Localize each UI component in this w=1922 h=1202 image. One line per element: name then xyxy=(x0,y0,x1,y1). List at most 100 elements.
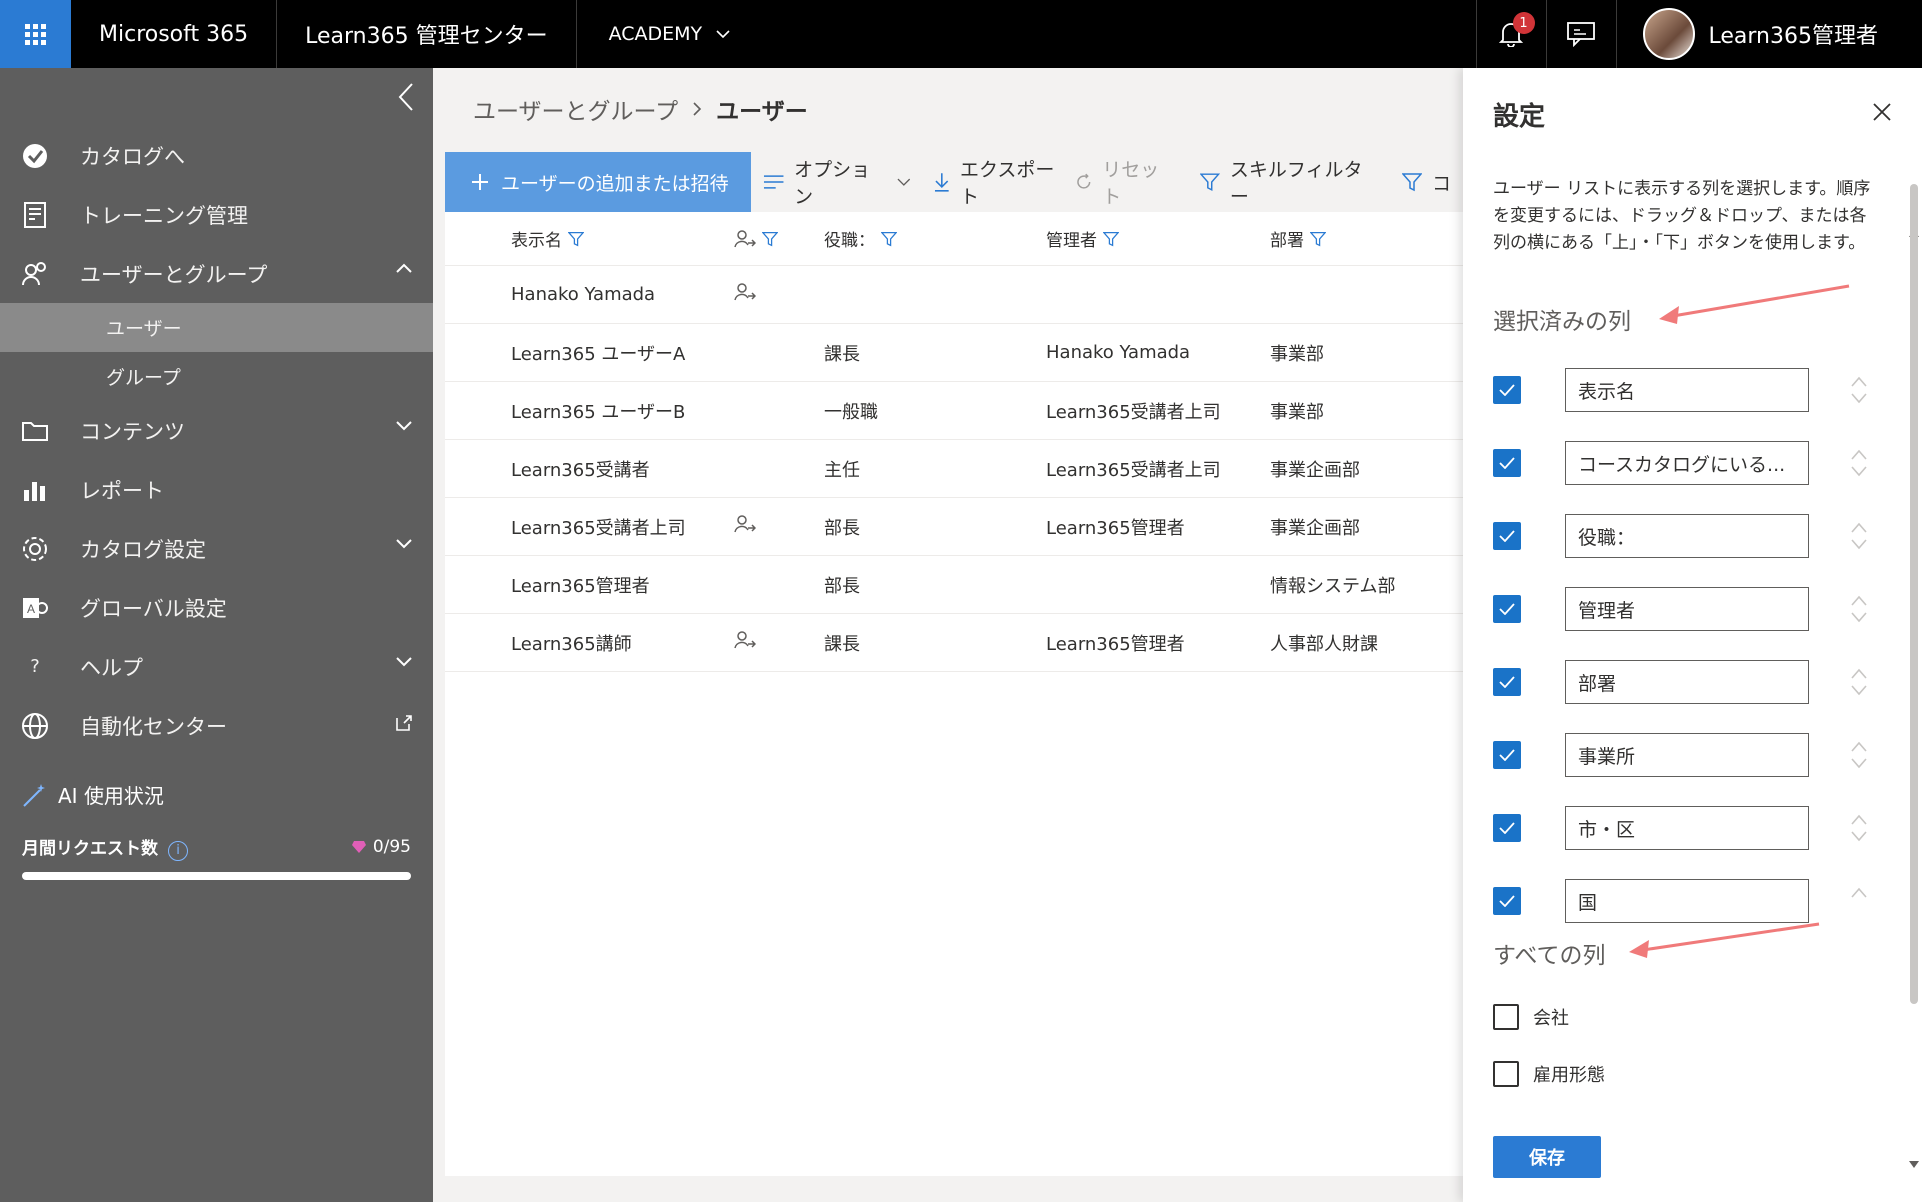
column-header-manager[interactable]: 管理者 xyxy=(1046,226,1270,251)
reorder-arrows-icon[interactable] xyxy=(1849,447,1869,479)
column-checkbox[interactable] xyxy=(1493,449,1521,477)
table-row[interactable]: Learn365管理者 部長 情報システム部 xyxy=(445,556,1463,614)
cell-manager: Learn365管理者 xyxy=(1046,517,1185,539)
all-column-row[interactable]: 雇用形態 xyxy=(1493,1059,1605,1089)
reorder-arrows-icon[interactable] xyxy=(1849,520,1869,552)
brand-link[interactable]: Microsoft 365 xyxy=(71,0,278,68)
org-switcher[interactable]: ACADEMY xyxy=(577,0,763,68)
column-name-field[interactable]: 役職： xyxy=(1565,514,1809,558)
column-checkbox[interactable] xyxy=(1493,1004,1519,1030)
column-checkbox[interactable] xyxy=(1493,522,1521,550)
reorder-arrows-icon[interactable] xyxy=(1849,885,1869,917)
sidebar-item-training[interactable]: トレーニング管理 xyxy=(0,185,433,244)
reorder-arrows-icon[interactable] xyxy=(1849,374,1869,406)
sidebar-item-groups[interactable]: グループ xyxy=(0,352,433,401)
table-row[interactable]: Learn365 ユーザーB 一般職 Learn365受講者上司 事業部 xyxy=(445,382,1463,440)
column-name-field[interactable]: 表示名 xyxy=(1565,368,1809,412)
column-name-field[interactable]: 管理者 xyxy=(1565,587,1809,631)
column-header-role[interactable]: 役職： xyxy=(824,226,1046,251)
column-name-field[interactable]: 国 xyxy=(1565,879,1809,923)
sidebar-item-global-settings[interactable]: A グローバル設定 xyxy=(0,578,433,637)
selected-column-row[interactable]: 国 xyxy=(1493,879,1873,923)
sidebar-item-catalog[interactable]: カタログへ xyxy=(0,126,433,185)
reorder-arrows-icon[interactable] xyxy=(1849,812,1869,844)
info-icon[interactable]: i xyxy=(168,840,188,861)
app-launcher-button[interactable] xyxy=(0,0,71,68)
reset-button[interactable]: リセット xyxy=(1063,155,1189,209)
feedback-button[interactable] xyxy=(1545,0,1616,68)
all-column-row[interactable]: 会社 xyxy=(1493,1002,1569,1032)
sidebar-item-help[interactable]: ? ヘルプ xyxy=(0,637,433,696)
all-column-label: 雇用形態 xyxy=(1533,1065,1605,1086)
sidebar-item-users-groups[interactable]: ユーザーとグループ xyxy=(0,244,433,303)
table-row[interactable]: Learn365受講者 主任 Learn365受講者上司 事業企画部 xyxy=(445,440,1463,498)
table-row[interactable]: Learn365受講者上司 部長 Learn365管理者 事業企画部 xyxy=(445,498,1463,556)
chevron-down-icon xyxy=(396,421,412,431)
selected-column-row[interactable]: 事業所 xyxy=(1493,733,1873,777)
column-filter-button[interactable]: コ xyxy=(1390,169,1463,196)
column-name-field[interactable]: 市・区 xyxy=(1565,806,1809,850)
selected-column-row[interactable]: 役職： xyxy=(1493,514,1873,558)
table-row[interactable]: Learn365 ユーザーA 課長 Hanako Yamada 事業部 xyxy=(445,324,1463,382)
users-table-card: ユーザーの追加または招待 オプション エクスポート リセット スキルフィルター xyxy=(445,152,1463,1176)
column-checkbox[interactable] xyxy=(1493,1061,1519,1087)
column-checkbox[interactable] xyxy=(1493,595,1521,623)
skill-filter-button[interactable]: スキルフィルター xyxy=(1188,155,1390,209)
column-checkbox[interactable] xyxy=(1493,376,1521,404)
sidebar-item-automation[interactable]: 自動化センター xyxy=(0,696,433,755)
scrollbar-thumb[interactable] xyxy=(1910,184,1918,1004)
breadcrumb: ユーザーとグループ ユーザー xyxy=(473,92,808,126)
column-checkbox[interactable] xyxy=(1493,668,1521,696)
selected-columns-heading: 選択済みの列 xyxy=(1493,309,1631,335)
sidebar-item-contents[interactable]: コンテンツ xyxy=(0,401,433,460)
collapse-sidebar-button[interactable] xyxy=(397,82,415,120)
breadcrumb-parent[interactable]: ユーザーとグループ xyxy=(473,92,678,126)
add-user-button[interactable]: ユーザーの追加または招待 xyxy=(445,152,751,212)
export-label: エクスポート xyxy=(959,159,1055,208)
selected-column-row[interactable]: コースカタログにいる... xyxy=(1493,441,1873,485)
reorder-arrows-icon[interactable] xyxy=(1849,666,1869,698)
cell-department: 情報システム部 xyxy=(1270,575,1396,597)
ai-usage-label: AI 使用状況 xyxy=(58,784,164,808)
column-header-manager-flag[interactable] xyxy=(734,229,824,249)
column-checkbox[interactable] xyxy=(1493,814,1521,842)
column-checkbox[interactable] xyxy=(1493,741,1521,769)
cell-name[interactable]: Learn365受講者上司 xyxy=(445,514,734,540)
cell-name[interactable]: Learn365 ユーザーA xyxy=(445,340,734,366)
table-row[interactable]: Learn365講師 課長 Learn365管理者 人事部人財課 xyxy=(445,614,1463,672)
export-button[interactable]: エクスポート xyxy=(922,155,1082,209)
cell-name[interactable]: Learn365受講者 xyxy=(445,456,734,482)
svg-text:A: A xyxy=(27,602,35,616)
cell-name[interactable]: Hanako Yamada xyxy=(445,284,734,305)
sidebar-item-reports[interactable]: レポート xyxy=(0,460,433,519)
skill-filter-label: スキルフィルター xyxy=(1229,159,1363,208)
person-arrow-icon xyxy=(734,631,757,649)
sidebar-item-users[interactable]: ユーザー xyxy=(0,303,433,352)
reset-label: リセット xyxy=(1102,159,1160,208)
reorder-arrows-icon[interactable] xyxy=(1849,739,1869,771)
cell-name[interactable]: Learn365講師 xyxy=(445,630,734,656)
column-name-field[interactable]: コースカタログにいる... xyxy=(1565,441,1809,485)
scroll-down-icon[interactable] xyxy=(1908,1160,1920,1170)
table-row[interactable]: Hanako Yamada xyxy=(445,266,1463,324)
column-header-department[interactable]: 部署 xyxy=(1270,226,1440,251)
user-menu[interactable]: Learn365管理者 xyxy=(1615,0,1922,68)
options-button[interactable]: オプション xyxy=(751,155,923,209)
admin-center-title[interactable]: Learn365 管理センター xyxy=(277,0,577,68)
selected-column-row[interactable]: 部署 xyxy=(1493,660,1873,704)
notifications-button[interactable]: 1 xyxy=(1475,0,1546,68)
column-checkbox[interactable] xyxy=(1493,887,1521,915)
cell-name[interactable]: Learn365管理者 xyxy=(445,572,734,598)
sidebar-item-catalog-settings[interactable]: カタログ設定 xyxy=(0,519,433,578)
selected-column-row[interactable]: 表示名 xyxy=(1493,368,1873,412)
column-name-field[interactable]: 部署 xyxy=(1565,660,1809,704)
selected-column-row[interactable]: 市・区 xyxy=(1493,806,1873,850)
selected-column-row[interactable]: 管理者 xyxy=(1493,587,1873,631)
column-header-name[interactable]: 表示名 xyxy=(445,226,734,251)
close-panel-button[interactable] xyxy=(1872,102,1892,126)
save-button[interactable]: 保存 xyxy=(1493,1136,1601,1178)
cell-name[interactable]: Learn365 ユーザーB xyxy=(445,398,734,424)
sidebar-nav: カタログへ トレーニング管理 ユーザーとグループ ユーザー グループ コンテンツ… xyxy=(0,126,433,755)
reorder-arrows-icon[interactable] xyxy=(1849,593,1869,625)
column-name-field[interactable]: 事業所 xyxy=(1565,733,1809,777)
